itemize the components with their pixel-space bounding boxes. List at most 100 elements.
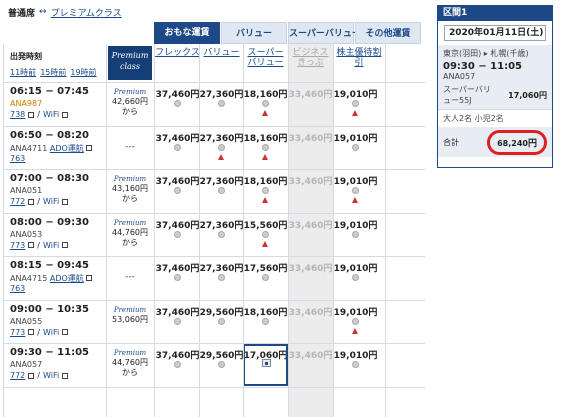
fare-price-cell[interactable]: 17,560円 — [243, 261, 288, 274]
fare-price-cell[interactable]: 18,160円 — [243, 87, 288, 100]
fare-radio[interactable] — [262, 230, 269, 238]
fare-price-cell[interactable]: 29,560円 — [199, 348, 244, 361]
few-seats-warning-icon — [262, 197, 268, 203]
few-seats-warning-icon — [262, 110, 268, 116]
fare-price-cell[interactable]: 27,360円 — [199, 87, 244, 100]
fare-radio[interactable] — [218, 100, 225, 107]
fare-radio[interactable] — [174, 187, 181, 194]
tab-value[interactable]: バリュー — [221, 22, 287, 44]
premium-cell[interactable]: Premium 42,660円 から — [106, 87, 154, 117]
fare-header-shareholder[interactable]: 株主優待割引 — [333, 48, 385, 68]
fare-header-value[interactable]: バリュー — [199, 48, 244, 58]
fare-price-cell[interactable]: 27,360円 — [199, 174, 244, 187]
fare-price-cell[interactable]: 33,460円 — [288, 305, 333, 318]
fare-price-cell[interactable]: 33,460円 — [288, 348, 333, 361]
fare-radio[interactable] — [174, 317, 181, 325]
fare-header-business[interactable]: ビジネス きっぷ — [288, 48, 333, 68]
tab-super-value[interactable]: スーパーバリュー — [288, 22, 361, 44]
fare-price-cell[interactable]: 37,460円 — [155, 261, 200, 274]
fare-price-cell[interactable]: 19,010円 — [333, 87, 378, 100]
fare-price-cell[interactable]: 37,460円 — [155, 174, 200, 187]
fare-header-super-value[interactable]: スーパー バリュー — [243, 48, 288, 68]
fare-radio[interactable] — [174, 361, 181, 368]
fare-radio[interactable] — [174, 100, 181, 107]
flight-time: 07:00 − 08:30 — [10, 173, 90, 184]
flight-time: 09:30 − 11:05 — [443, 61, 523, 72]
fare-radio[interactable] — [262, 100, 269, 107]
fare-price-cell[interactable]: 27,360円 — [199, 131, 244, 144]
sort-before-15-link[interactable]: 15時前 — [40, 67, 66, 78]
tab-main-fares[interactable]: おもな運賃 — [154, 22, 220, 44]
fare-price-cell[interactable]: 19,010円 — [333, 305, 378, 318]
fare-radio[interactable] — [218, 274, 225, 281]
column-divider — [199, 44, 200, 417]
fare-radio[interactable] — [262, 143, 269, 151]
fare-radio[interactable] — [174, 230, 181, 238]
premium-class-link[interactable]: プレミアムクラス — [51, 6, 122, 19]
aircraft-link[interactable]: 772 — [10, 197, 25, 206]
premium-cell[interactable]: Premium 43,160円 から — [106, 174, 154, 204]
fare-price-cell[interactable]: 27,360円 — [199, 261, 244, 274]
fare-price-cell[interactable]: 18,160円 — [243, 131, 288, 144]
fare-price-cell[interactable]: 33,460円 — [288, 87, 333, 100]
sort-before-19-link[interactable]: 19時前 — [70, 67, 96, 78]
fare-header-flex[interactable]: フレックス — [155, 48, 200, 58]
selected-fare-check[interactable] — [262, 359, 271, 367]
fare-price-cell[interactable]: 19,010円 — [333, 261, 378, 274]
fare-price-cell[interactable]: 19,010円 — [333, 218, 378, 231]
sort-before-11-link[interactable]: 11時前 — [10, 67, 36, 78]
partner-link[interactable]: ADO運航 — [50, 144, 84, 153]
fare-price-cell[interactable]: 18,160円 — [243, 174, 288, 187]
fare-price-cell[interactable]: 37,460円 — [155, 218, 200, 231]
fare-radio[interactable] — [352, 100, 359, 107]
aircraft-link[interactable]: 773 — [10, 241, 25, 250]
fare-radio[interactable] — [218, 230, 225, 238]
fare-price-cell[interactable]: 37,460円 — [155, 305, 200, 318]
aircraft-link[interactable]: 773 — [10, 328, 25, 337]
fare-price-cell[interactable]: 33,460円 — [288, 261, 333, 274]
fare-price-cell[interactable]: 33,460円 — [288, 218, 333, 231]
fare-price-cell[interactable]: 15,560円 — [243, 218, 288, 231]
fare-price-cell[interactable]: 29,560円 — [199, 305, 244, 318]
fare-price-cell[interactable]: 33,460円 — [288, 131, 333, 144]
fare-radio[interactable] — [174, 274, 181, 281]
aircraft-link[interactable]: 763 — [10, 284, 25, 293]
total-amount: 68,240 — [497, 138, 528, 148]
fare-price-cell[interactable]: 19,010円 — [333, 131, 378, 144]
partner-link[interactable]: ADO運航 — [50, 274, 84, 283]
fare-radio[interactable] — [352, 317, 359, 325]
fare-price-cell[interactable]: 37,460円 — [155, 87, 200, 100]
fare-price-cell[interactable]: 37,460円 — [155, 348, 200, 361]
fare-price-cell[interactable]: 37,460円 — [155, 131, 200, 144]
fare-radio[interactable] — [262, 187, 269, 194]
fare-price-cell[interactable]: 27,360円 — [199, 218, 244, 231]
aircraft-link[interactable]: 738 — [10, 110, 25, 119]
fare-radio[interactable] — [218, 143, 225, 151]
fare-price-cell[interactable]: 18,160円 — [243, 305, 288, 318]
external-icon — [86, 275, 93, 281]
row-divider — [3, 125, 425, 127]
premium-cell[interactable]: Premium 44,760円 から — [106, 218, 154, 248]
selected-flight-details: 東京(羽田) ▸ 札幌(千歳) 09:30 − 11:05 ANA057 スーパ… — [438, 45, 552, 109]
row-divider — [3, 386, 425, 388]
fare-radio[interactable] — [352, 274, 359, 281]
premium-cell[interactable]: Premium 53,060円 — [106, 305, 154, 325]
fare-radio[interactable] — [218, 187, 225, 194]
fare-radio[interactable] — [218, 317, 225, 325]
fare-radio[interactable] — [262, 274, 269, 281]
tab-other-fares[interactable]: その他運賃 — [355, 22, 421, 44]
fare-radio[interactable] — [174, 143, 181, 151]
fare-radio[interactable] — [352, 187, 359, 194]
fare-radio[interactable] — [352, 143, 359, 151]
aircraft-link[interactable]: 763 — [10, 154, 25, 163]
aircraft-link[interactable]: 772 — [10, 371, 25, 380]
fare-radio[interactable] — [352, 230, 359, 238]
fare-radio[interactable] — [218, 361, 225, 368]
fare-radio[interactable] — [262, 317, 269, 325]
fare-radio[interactable] — [352, 361, 359, 368]
fare-price-cell[interactable]: 33,460円 — [288, 174, 333, 187]
fare-price-cell[interactable]: 19,010円 — [333, 348, 378, 361]
row-divider — [3, 82, 425, 83]
premium-cell[interactable]: Premium 44,760円 から — [106, 348, 154, 378]
fare-price-cell[interactable]: 19,010円 — [333, 174, 378, 187]
